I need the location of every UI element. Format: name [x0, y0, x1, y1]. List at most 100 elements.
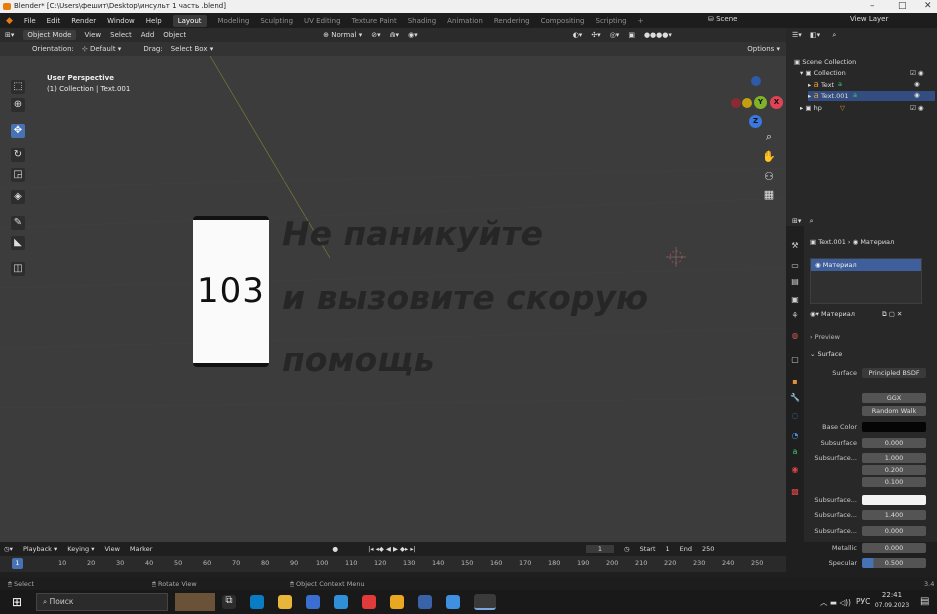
menu-help[interactable]: Help — [146, 17, 162, 25]
gizmo-neg-x-icon[interactable] — [731, 98, 741, 108]
marker-menu[interactable]: Marker — [130, 545, 152, 553]
material-slot-item[interactable]: ◉ Материал — [811, 259, 921, 271]
material-selector[interactable]: ◉▾ Материал ⧉ ▢ ✕ — [810, 310, 935, 318]
subsurface-radius-z[interactable]: 0.100 — [862, 477, 926, 487]
scale-tool-icon[interactable]: ◲ — [11, 168, 25, 182]
minimize-button[interactable]: – — [870, 0, 875, 13]
object-tab-icon[interactable]: ▪ — [786, 376, 804, 388]
gizmo-x-axis[interactable]: X — [770, 96, 783, 109]
subsurface-ior-field[interactable]: 1.400 — [862, 510, 926, 520]
yandex-icon[interactable] — [362, 595, 376, 609]
measure-tool-icon[interactable]: ◣ — [11, 236, 25, 250]
editor-type-icon[interactable]: ⊞▾ — [5, 31, 14, 39]
edge-browser-icon[interactable] — [250, 595, 264, 609]
distribution-dropdown[interactable]: GGX — [862, 393, 926, 403]
add-workspace-button[interactable]: + — [638, 17, 644, 25]
mode-dropdown[interactable]: Object Mode — [23, 30, 76, 40]
outliner-row-text[interactable]: ▸ a Text a ◉ — [808, 80, 935, 90]
material-actions-icon[interactable]: ⧉ ▢ ✕ — [882, 310, 902, 319]
specular-field[interactable]: 0.500 — [862, 558, 926, 568]
world-tab-icon[interactable]: ◍ — [786, 330, 804, 342]
phone-object[interactable]: 103 — [193, 216, 269, 367]
task-view-icon[interactable]: ⧉ — [222, 595, 236, 609]
notifications-icon[interactable]: ▤ — [920, 596, 929, 607]
collection-tab-icon[interactable]: ▢ — [786, 354, 804, 366]
outliner-search-icon[interactable]: ⌕ — [832, 31, 836, 39]
metallic-field[interactable]: 0.000 — [862, 543, 926, 553]
perspective-toggle-icon[interactable]: ▦ — [762, 188, 776, 202]
material-tab-icon[interactable]: ◉ — [786, 464, 804, 476]
outliner-editor-icon[interactable]: ☰▾ — [792, 31, 802, 39]
chrome-icon[interactable] — [390, 595, 404, 609]
shading-solid-icon[interactable]: ●●●●▾ — [644, 31, 672, 39]
subsurface-radius-x[interactable]: 1.000 — [862, 453, 926, 463]
windows-start-icon[interactable]: ⊞ — [12, 595, 22, 609]
tray-date[interactable]: 07.09.2023 — [874, 602, 910, 609]
subsurface-anisotropy-field[interactable]: 0.000 — [862, 526, 926, 536]
text-object-line-3[interactable]: помощь — [282, 340, 434, 379]
playhead[interactable]: 1 — [12, 558, 23, 569]
visibility-icon[interactable]: ◐▾ — [573, 31, 583, 39]
subsurface-method-dropdown[interactable]: Random Walk — [862, 406, 926, 416]
menu-window[interactable]: Window — [107, 17, 135, 25]
navigation-gizmo[interactable]: Y X Z — [728, 68, 786, 178]
close-button[interactable]: ✕ — [924, 0, 932, 13]
outliner-row-hp[interactable]: ▸ ▣ hp ▽ ☑ ◉ — [800, 104, 935, 112]
gizmo-neg-z-icon[interactable] — [751, 76, 761, 86]
gizmo-z-axis[interactable]: Z — [749, 115, 762, 128]
tool-tab-icon[interactable]: ⚒ — [786, 240, 804, 252]
start-frame-field[interactable]: 1 — [666, 545, 670, 553]
drag-dropdown[interactable]: Select Box ▾ — [171, 45, 214, 53]
playback-menu[interactable]: Playback ▾ — [23, 545, 57, 553]
tray-time[interactable]: 22:41 — [878, 591, 906, 599]
view-layer-selector[interactable]: View Layer — [850, 15, 888, 23]
tray-icons[interactable]: ︿ ▬ ◁)) — [820, 597, 851, 608]
outliner-filter-icon[interactable]: ◧▾ — [810, 31, 820, 39]
material-slot-list[interactable]: ◉ Материал — [810, 258, 922, 304]
gizmo-neg-y-icon[interactable] — [742, 98, 752, 108]
move-tool-icon[interactable]: ✥ — [11, 124, 25, 138]
maximize-button[interactable]: □ — [898, 0, 907, 13]
add-menu[interactable]: Add — [141, 31, 155, 39]
orientation-dropdown[interactable]: ⊹ Default ▾ — [82, 45, 121, 53]
text-object-line-2[interactable]: и вызовите скорую — [282, 278, 648, 317]
keying-menu[interactable]: Keying ▾ — [67, 545, 94, 553]
tab-animation[interactable]: Animation — [447, 17, 483, 25]
transform-tool-icon[interactable]: ◈ — [11, 190, 25, 204]
app-icon[interactable] — [418, 595, 432, 609]
gizmo-y-axis[interactable]: Y — [754, 96, 767, 109]
record-icon[interactable]: ● — [332, 545, 338, 553]
visibility-eye-icon[interactable]: ☑ ◉ — [910, 69, 924, 77]
pivot-icon[interactable]: ⊘▾ — [371, 31, 380, 39]
properties-editor-icon[interactable]: ⊞▾ — [792, 217, 801, 225]
subsurface-field[interactable]: 0.000 — [862, 438, 926, 448]
3d-viewport[interactable]: ⊞▾ Object Mode View Select Add Object ⊕ … — [0, 28, 786, 542]
view-menu[interactable]: View — [85, 31, 102, 39]
visibility-eye-icon[interactable]: ◉ — [914, 91, 920, 99]
taskbar-search-box[interactable]: ⌕ Поиск — [36, 593, 168, 611]
cursor-tool-icon[interactable]: ⊕ — [11, 98, 25, 112]
visibility-eye-icon[interactable]: ☑ ◉ — [910, 104, 924, 112]
mail-icon[interactable] — [334, 595, 348, 609]
properties-search-icon[interactable]: ⌕ — [810, 217, 814, 225]
menu-edit[interactable]: Edit — [47, 17, 61, 25]
surface-section[interactable]: ⌄ Surface — [810, 350, 842, 358]
rotate-tool-icon[interactable]: ↻ — [11, 148, 25, 162]
texture-tab-icon[interactable]: ▩ — [786, 486, 804, 498]
base-color-swatch[interactable] — [862, 422, 926, 432]
end-frame-field[interactable]: 250 — [702, 545, 714, 553]
add-cube-tool-icon[interactable]: ◫ — [11, 262, 25, 276]
tab-scripting[interactable]: Scripting — [596, 17, 627, 25]
tab-modeling[interactable]: Modeling — [218, 17, 250, 25]
transform-orientation-dropdown[interactable]: ⊕ Normal ▾ — [323, 31, 362, 39]
zoom-icon[interactable]: ⌕ — [762, 130, 776, 144]
blender-taskbar-icon[interactable] — [474, 594, 496, 610]
menu-render[interactable]: Render — [71, 17, 96, 25]
file-explorer-icon[interactable] — [278, 595, 292, 609]
particles-tab-icon[interactable]: ◌ — [786, 410, 804, 422]
select-menu[interactable]: Select — [110, 31, 132, 39]
gizmo-icon[interactable]: ✣▾ — [591, 31, 600, 39]
tab-rendering[interactable]: Rendering — [494, 17, 530, 25]
tab-sculpting[interactable]: Sculpting — [260, 17, 293, 25]
pan-hand-icon[interactable]: ✋ — [762, 150, 776, 164]
